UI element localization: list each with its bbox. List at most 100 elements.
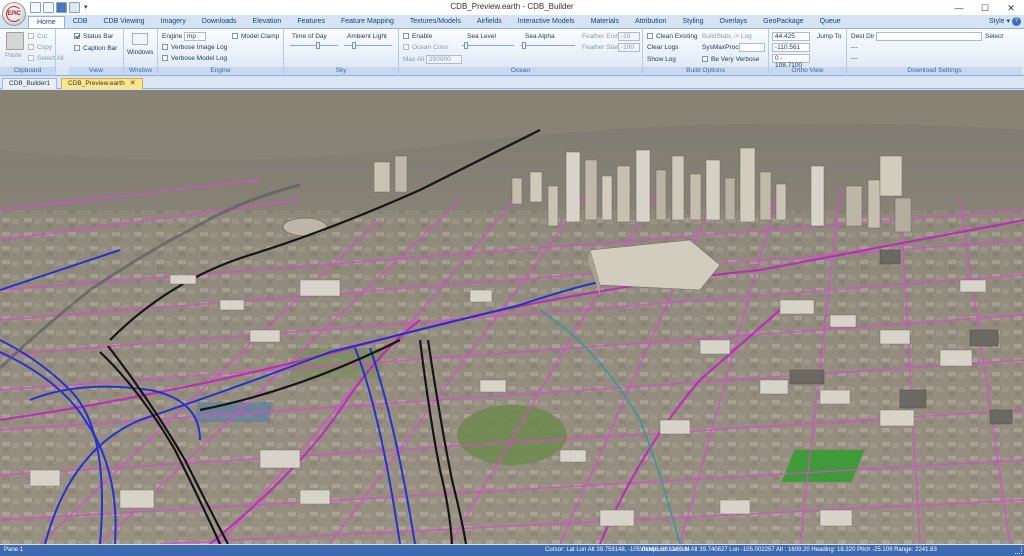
- sea-alpha-slider[interactable]: [521, 42, 575, 49]
- tab-features[interactable]: Features: [289, 16, 333, 28]
- feather-end-label: Feather End: [582, 33, 618, 40]
- park-area: [457, 405, 567, 465]
- ocean-enable-checkbox[interactable]: Enable: [403, 32, 432, 41]
- group-download-settings: Dest Dir Select --- --- Download Setting…: [847, 29, 1022, 76]
- caption-bar-checkbox[interactable]: Caption Bar: [74, 44, 117, 53]
- tab-airfields[interactable]: Airfields: [469, 16, 510, 28]
- style-menu[interactable]: Style ▾: [989, 17, 1010, 25]
- be-very-verbose-check-icon: [702, 56, 708, 62]
- city-scene: [0, 90, 1024, 544]
- verbose-image-log-checkbox[interactable]: Verbose Image Log: [162, 43, 227, 52]
- select-all-button[interactable]: Select All: [28, 54, 64, 63]
- tab-geopackage[interactable]: GeoPackage: [755, 16, 811, 28]
- ambient-light-slider-thumb[interactable]: [352, 42, 356, 49]
- tab-home[interactable]: Home: [28, 16, 65, 28]
- map-viewport[interactable]: [0, 90, 1024, 544]
- time-of-day-slider-thumb[interactable]: [316, 42, 320, 49]
- scissors-icon: [28, 33, 34, 39]
- dest-dir-input[interactable]: [876, 32, 982, 41]
- group-label-sky: Sky: [284, 67, 398, 75]
- clear-logs-button[interactable]: Clear Logs: [647, 43, 678, 52]
- stadium-building: [282, 217, 328, 237]
- feather-start-input[interactable]: -100: [618, 43, 640, 52]
- tab-elevation[interactable]: Elevation: [245, 16, 290, 28]
- caption-bar-check-icon: [74, 45, 80, 51]
- tab-imagery[interactable]: Imagery: [153, 16, 194, 28]
- copy-button[interactable]: Copy: [28, 43, 52, 52]
- paste-icon[interactable]: [6, 32, 24, 50]
- tab-cdb-viewing[interactable]: CDB Viewing: [95, 16, 152, 28]
- engine-select[interactable]: mp: [184, 32, 206, 41]
- max-alt-input[interactable]: 250000: [426, 55, 462, 64]
- be-very-verbose-checkbox[interactable]: Be Very Verbose: [702, 55, 759, 64]
- jump-to-button[interactable]: Jump To: [817, 32, 841, 41]
- max-alt-label: Max Alt: [403, 56, 425, 63]
- tab-interactive-models[interactable]: Interactive Models: [510, 16, 583, 28]
- group-label-download-settings: Download Settings: [847, 67, 1022, 75]
- show-log-button[interactable]: Show Log: [647, 55, 676, 64]
- feather-end-input[interactable]: -10: [618, 32, 640, 41]
- clean-existing-label: Clean Existing: [656, 33, 698, 40]
- tab-attribution[interactable]: Attribution: [627, 16, 675, 28]
- sea-level-slider[interactable]: [462, 42, 514, 49]
- close-tab-icon[interactable]: ✕: [130, 80, 136, 87]
- verbose-model-log-checkbox[interactable]: Verbose Model Log: [162, 54, 227, 63]
- tab-styling[interactable]: Styling: [675, 16, 712, 28]
- time-of-day-slider[interactable]: [290, 42, 338, 49]
- sea-alpha-slider-thumb[interactable]: [522, 42, 526, 49]
- group-build-options: Clean Existing BuildStats -> Log Clear L…: [643, 29, 769, 76]
- doc-tab-cdb-builder1[interactable]: CDB_Builder1: [2, 78, 58, 89]
- select-all-label: Select All: [37, 55, 64, 62]
- tab-feature-mapping[interactable]: Feature Mapping: [333, 16, 402, 28]
- group-engine: Engine mp Model Clamp Verbose Image Log …: [158, 29, 284, 76]
- doc-tab-cdb-preview[interactable]: CDB_Preview.earth ✕: [61, 78, 143, 89]
- tab-downloads[interactable]: Downloads: [194, 16, 245, 28]
- tab-textures-models[interactable]: Textures/Models: [402, 16, 469, 28]
- help-icon[interactable]: ?: [1012, 17, 1021, 26]
- minimize-button[interactable]: —: [946, 0, 972, 16]
- ambient-light-label: Ambient Light: [347, 33, 387, 40]
- sea-level-slider-thumb[interactable]: [464, 42, 468, 49]
- feather-start-label: Feather Start: [582, 44, 620, 51]
- application-button[interactable]: EPIC: [2, 2, 26, 26]
- style-label: Style: [988, 18, 1005, 25]
- clean-existing-checkbox[interactable]: Clean Existing: [647, 32, 698, 41]
- ortho-lon-input[interactable]: -110.561: [772, 43, 810, 52]
- maximize-button[interactable]: ☐: [972, 0, 998, 16]
- ortho-lat-input[interactable]: 44.425: [772, 32, 810, 41]
- close-button[interactable]: ✕: [998, 0, 1024, 16]
- doc-tab-cdb-preview-label: CDB_Preview.earth: [68, 80, 125, 87]
- ortho-range-select[interactable]: 0 - 108.7100: [772, 54, 810, 69]
- tab-cdb[interactable]: CDB: [65, 16, 96, 28]
- ambient-light-slider[interactable]: [344, 42, 392, 49]
- resize-grip-icon[interactable]: [1015, 547, 1022, 554]
- verbose-image-log-label: Verbose Image Log: [171, 44, 228, 51]
- style-dropdown-icon: ▾: [1006, 18, 1010, 25]
- buildstats-log-button[interactable]: BuildStats -> Log: [702, 32, 752, 41]
- cut-button[interactable]: Cut: [28, 32, 47, 41]
- caption-bar-label: Caption Bar: [83, 45, 118, 52]
- verbose-model-log-check-icon: [162, 55, 168, 61]
- select-button[interactable]: Select: [985, 32, 1003, 41]
- tab-overlays[interactable]: Overlays: [712, 16, 756, 28]
- ocean-enable-label: Enable: [412, 33, 433, 40]
- download-placeholder-2: ---: [851, 55, 858, 62]
- sea-level-label: Sea Level: [467, 33, 496, 40]
- model-clamp-checkbox[interactable]: Model Clamp: [232, 32, 279, 41]
- select-all-icon: [28, 55, 34, 61]
- windows-button[interactable]: Windows: [127, 48, 153, 57]
- paste-button[interactable]: Paste: [5, 51, 22, 60]
- tab-materials[interactable]: Materials: [583, 16, 627, 28]
- windows-icon[interactable]: [132, 33, 148, 45]
- engine-label: Engine: [162, 33, 183, 40]
- status-bar-checkbox[interactable]: Status Bar: [74, 32, 113, 41]
- be-very-verbose-label: Be Very Verbose: [711, 56, 760, 63]
- sysmaxprocs-select[interactable]: [739, 43, 765, 52]
- ocean-color-button[interactable]: Ocean Color: [403, 43, 449, 52]
- model-clamp-check-icon: [232, 33, 238, 39]
- title-bar: ▾ CDB_Preview.earth - CDB_Builder — ☐ ✕: [0, 0, 1024, 16]
- tab-queue[interactable]: Queue: [812, 16, 849, 28]
- ocean-enable-check-icon: [403, 33, 409, 39]
- group-view: Status Bar Caption Bar View: [69, 29, 124, 76]
- sea-alpha-label: Sea Alpha: [525, 33, 555, 40]
